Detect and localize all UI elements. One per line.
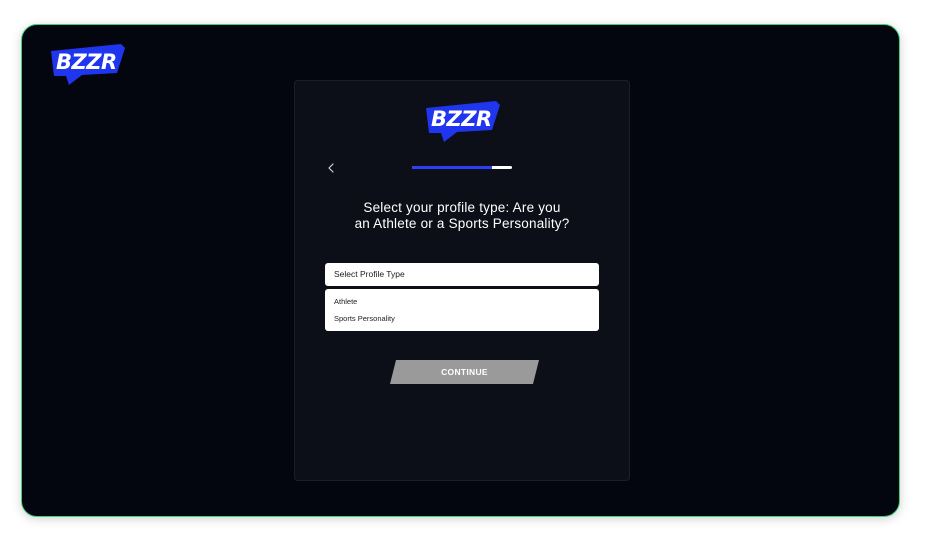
chevron-left-icon[interactable] [324, 161, 338, 175]
question-heading: Select your profile type: Are you an Ath… [319, 200, 605, 231]
step-progress-bar [412, 166, 512, 169]
bzzr-logo[interactable]: BZZR [47, 42, 127, 86]
question-line-1: Select your profile type: Are you [363, 200, 561, 215]
continue-button[interactable]: CONTINUE [390, 360, 539, 384]
app-window: BZZR BZZR Select your profile type: Are … [21, 24, 900, 517]
profile-type-options: Athlete Sports Personality [325, 289, 599, 331]
bzzr-logo: BZZR [426, 101, 500, 142]
profile-type-card: BZZR Select your profile type: Are you a… [294, 80, 630, 481]
option-athlete[interactable]: Athlete [334, 297, 357, 306]
svg-text:BZZR: BZZR [431, 107, 492, 131]
profile-type-select[interactable]: Select Profile Type [325, 263, 599, 286]
question-line-2: an Athlete or a Sports Personality? [354, 215, 570, 231]
continue-button-label: CONTINUE [441, 367, 488, 377]
svg-text:BZZR: BZZR [56, 50, 117, 74]
option-sports-personality[interactable]: Sports Personality [334, 314, 395, 323]
step-progress-fill [412, 166, 492, 169]
profile-type-select-value: Select Profile Type [334, 269, 405, 279]
